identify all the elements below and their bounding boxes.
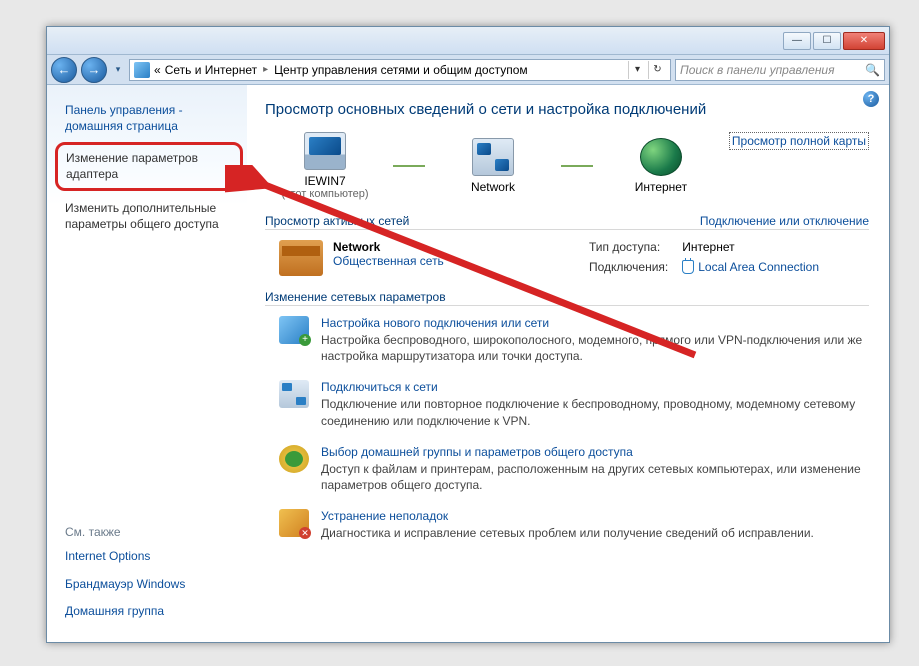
section-title: Изменение сетевых параметров [265, 290, 446, 304]
map-internet-label: Интернет [635, 180, 687, 194]
maximize-icon: ☐ [823, 35, 832, 46]
breadcrumb-sep: ▸ [263, 64, 268, 75]
history-dropdown[interactable]: ▾ [111, 61, 125, 79]
connect-network-icon [279, 380, 309, 408]
close-icon: ✕ [860, 35, 868, 46]
close-button[interactable]: ✕ [843, 32, 885, 50]
task-item: Настройка нового подключения или сети На… [279, 316, 869, 364]
map-connector [561, 165, 593, 167]
bench-icon [279, 240, 323, 276]
search-input[interactable]: Поиск в панели управления 🔍 [675, 59, 885, 81]
sidebar-item-internet-options[interactable]: Internet Options [65, 549, 237, 565]
sidebar-item-homegroup[interactable]: Домашняя группа [65, 604, 237, 620]
map-connector [393, 165, 425, 167]
task-item: Устранение неполадок Диагностика и испра… [279, 509, 869, 541]
sidebar-item-advanced-sharing[interactable]: Изменить дополнительные параметры общего… [65, 201, 237, 232]
active-networks-header: Просмотр активных сетей Подключение или … [265, 214, 869, 230]
search-icon: 🔍 [865, 63, 880, 77]
task-description: Подключение или повторное подключение к … [321, 397, 855, 427]
main-panel: ? Просмотр основных сведений о сети и на… [247, 85, 889, 642]
sidebar-item-home[interactable]: Панель управления - домашняя страница [65, 103, 237, 134]
task-connect-network-link[interactable]: Подключиться к сети [321, 380, 869, 394]
task-troubleshoot-link[interactable]: Устранение неполадок [321, 509, 814, 523]
maximize-button[interactable]: ☐ [813, 32, 841, 50]
back-button[interactable]: ← [51, 57, 77, 83]
address-bar[interactable]: « Сеть и Интернет ▸ Центр управления сет… [129, 59, 671, 81]
forward-button[interactable]: → [81, 57, 107, 83]
sidebar-item-adapter-settings[interactable]: Изменение параметров адаптера [66, 151, 198, 181]
troubleshoot-icon [279, 509, 309, 537]
map-node-network: Network [433, 138, 553, 194]
breadcrumb-item[interactable]: Сеть и Интернет [165, 63, 257, 77]
view-full-map-link[interactable]: Просмотр полной карты [729, 132, 869, 150]
map-network-label: Network [471, 180, 515, 194]
new-connection-icon [279, 316, 309, 344]
minimize-icon: — [792, 35, 802, 46]
map-node-pc: IEWIN7 (этот компьютер) [265, 132, 385, 200]
search-placeholder: Поиск в панели управления [680, 63, 835, 77]
map-pc-sub: (этот компьютер) [281, 188, 368, 200]
task-item: Подключиться к сети Подключение или повт… [279, 380, 869, 428]
task-description: Доступ к файлам и принтерам, расположенн… [321, 462, 861, 492]
map-pc-name: IEWIN7 [304, 174, 345, 188]
back-icon: ← [58, 62, 71, 77]
refresh-button[interactable]: ↻ [648, 61, 666, 79]
sidebar-item-firewall[interactable]: Брандмауэр Windows [65, 577, 237, 593]
task-list: Настройка нового подключения или сети На… [265, 316, 869, 541]
location-icon [134, 62, 150, 78]
change-settings-header: Изменение сетевых параметров [265, 290, 869, 306]
breadcrumb-item[interactable]: Центр управления сетями и общим доступом [274, 63, 528, 77]
sidebar: Панель управления - домашняя страница Из… [47, 85, 247, 642]
map-node-internet: Интернет [601, 138, 721, 194]
network-identity: Network Общественная сеть [279, 240, 559, 276]
network-details: Тип доступа: Интернет Подключения: Local… [589, 240, 819, 276]
network-map: IEWIN7 (этот компьютер) Network Интернет… [265, 132, 869, 200]
navbar: ← → ▾ « Сеть и Интернет ▸ Центр управлен… [47, 55, 889, 85]
task-description: Настройка беспроводного, широкополосного… [321, 333, 862, 363]
address-dropdown[interactable]: ▾ [628, 61, 646, 79]
homegroup-icon [279, 445, 309, 473]
page-title: Просмотр основных сведений о сети и наст… [265, 101, 869, 118]
see-also-header: См. также [65, 525, 237, 539]
see-also-section: См. также Internet Options Брандмауэр Wi… [65, 525, 237, 632]
forward-icon: → [88, 62, 101, 77]
help-button[interactable]: ? [863, 91, 879, 107]
chevron-down-icon: ▾ [116, 64, 121, 75]
titlebar: — ☐ ✕ [47, 27, 889, 55]
help-icon: ? [868, 93, 875, 105]
network-type-link[interactable]: Общественная сеть [333, 254, 444, 268]
window-frame: — ☐ ✕ ← → ▾ « Сеть и Интернет ▸ Центр уп… [46, 26, 890, 643]
chevron-down-icon: ▾ [635, 64, 640, 75]
task-description: Диагностика и исправление сетевых пробле… [321, 526, 814, 540]
task-item: Выбор домашней группы и параметров общег… [279, 445, 869, 493]
breadcrumb-prefix: « [154, 63, 161, 77]
access-type-value: Интернет [682, 240, 819, 256]
connections-label: Подключения: [589, 260, 668, 276]
connection-name: Local Area Connection [698, 260, 819, 274]
task-homegroup-link[interactable]: Выбор домашней группы и параметров общег… [321, 445, 869, 459]
network-icon [472, 138, 514, 176]
network-name: Network [333, 240, 444, 254]
computer-icon [304, 132, 346, 170]
ethernet-icon [682, 260, 694, 274]
access-type-label: Тип доступа: [589, 240, 668, 256]
active-network-row: Network Общественная сеть Тип доступа: И… [265, 240, 869, 276]
connection-link[interactable]: Local Area Connection [682, 260, 819, 276]
content: Панель управления - домашняя страница Из… [47, 85, 889, 642]
highlight-box: Изменение параметров адаптера [55, 142, 243, 191]
refresh-icon: ↻ [653, 64, 661, 75]
task-setup-connection-link[interactable]: Настройка нового подключения или сети [321, 316, 869, 330]
minimize-button[interactable]: — [783, 32, 811, 50]
globe-icon [640, 138, 682, 176]
connect-disconnect-link[interactable]: Подключение или отключение [700, 214, 869, 228]
section-title: Просмотр активных сетей [265, 214, 409, 228]
